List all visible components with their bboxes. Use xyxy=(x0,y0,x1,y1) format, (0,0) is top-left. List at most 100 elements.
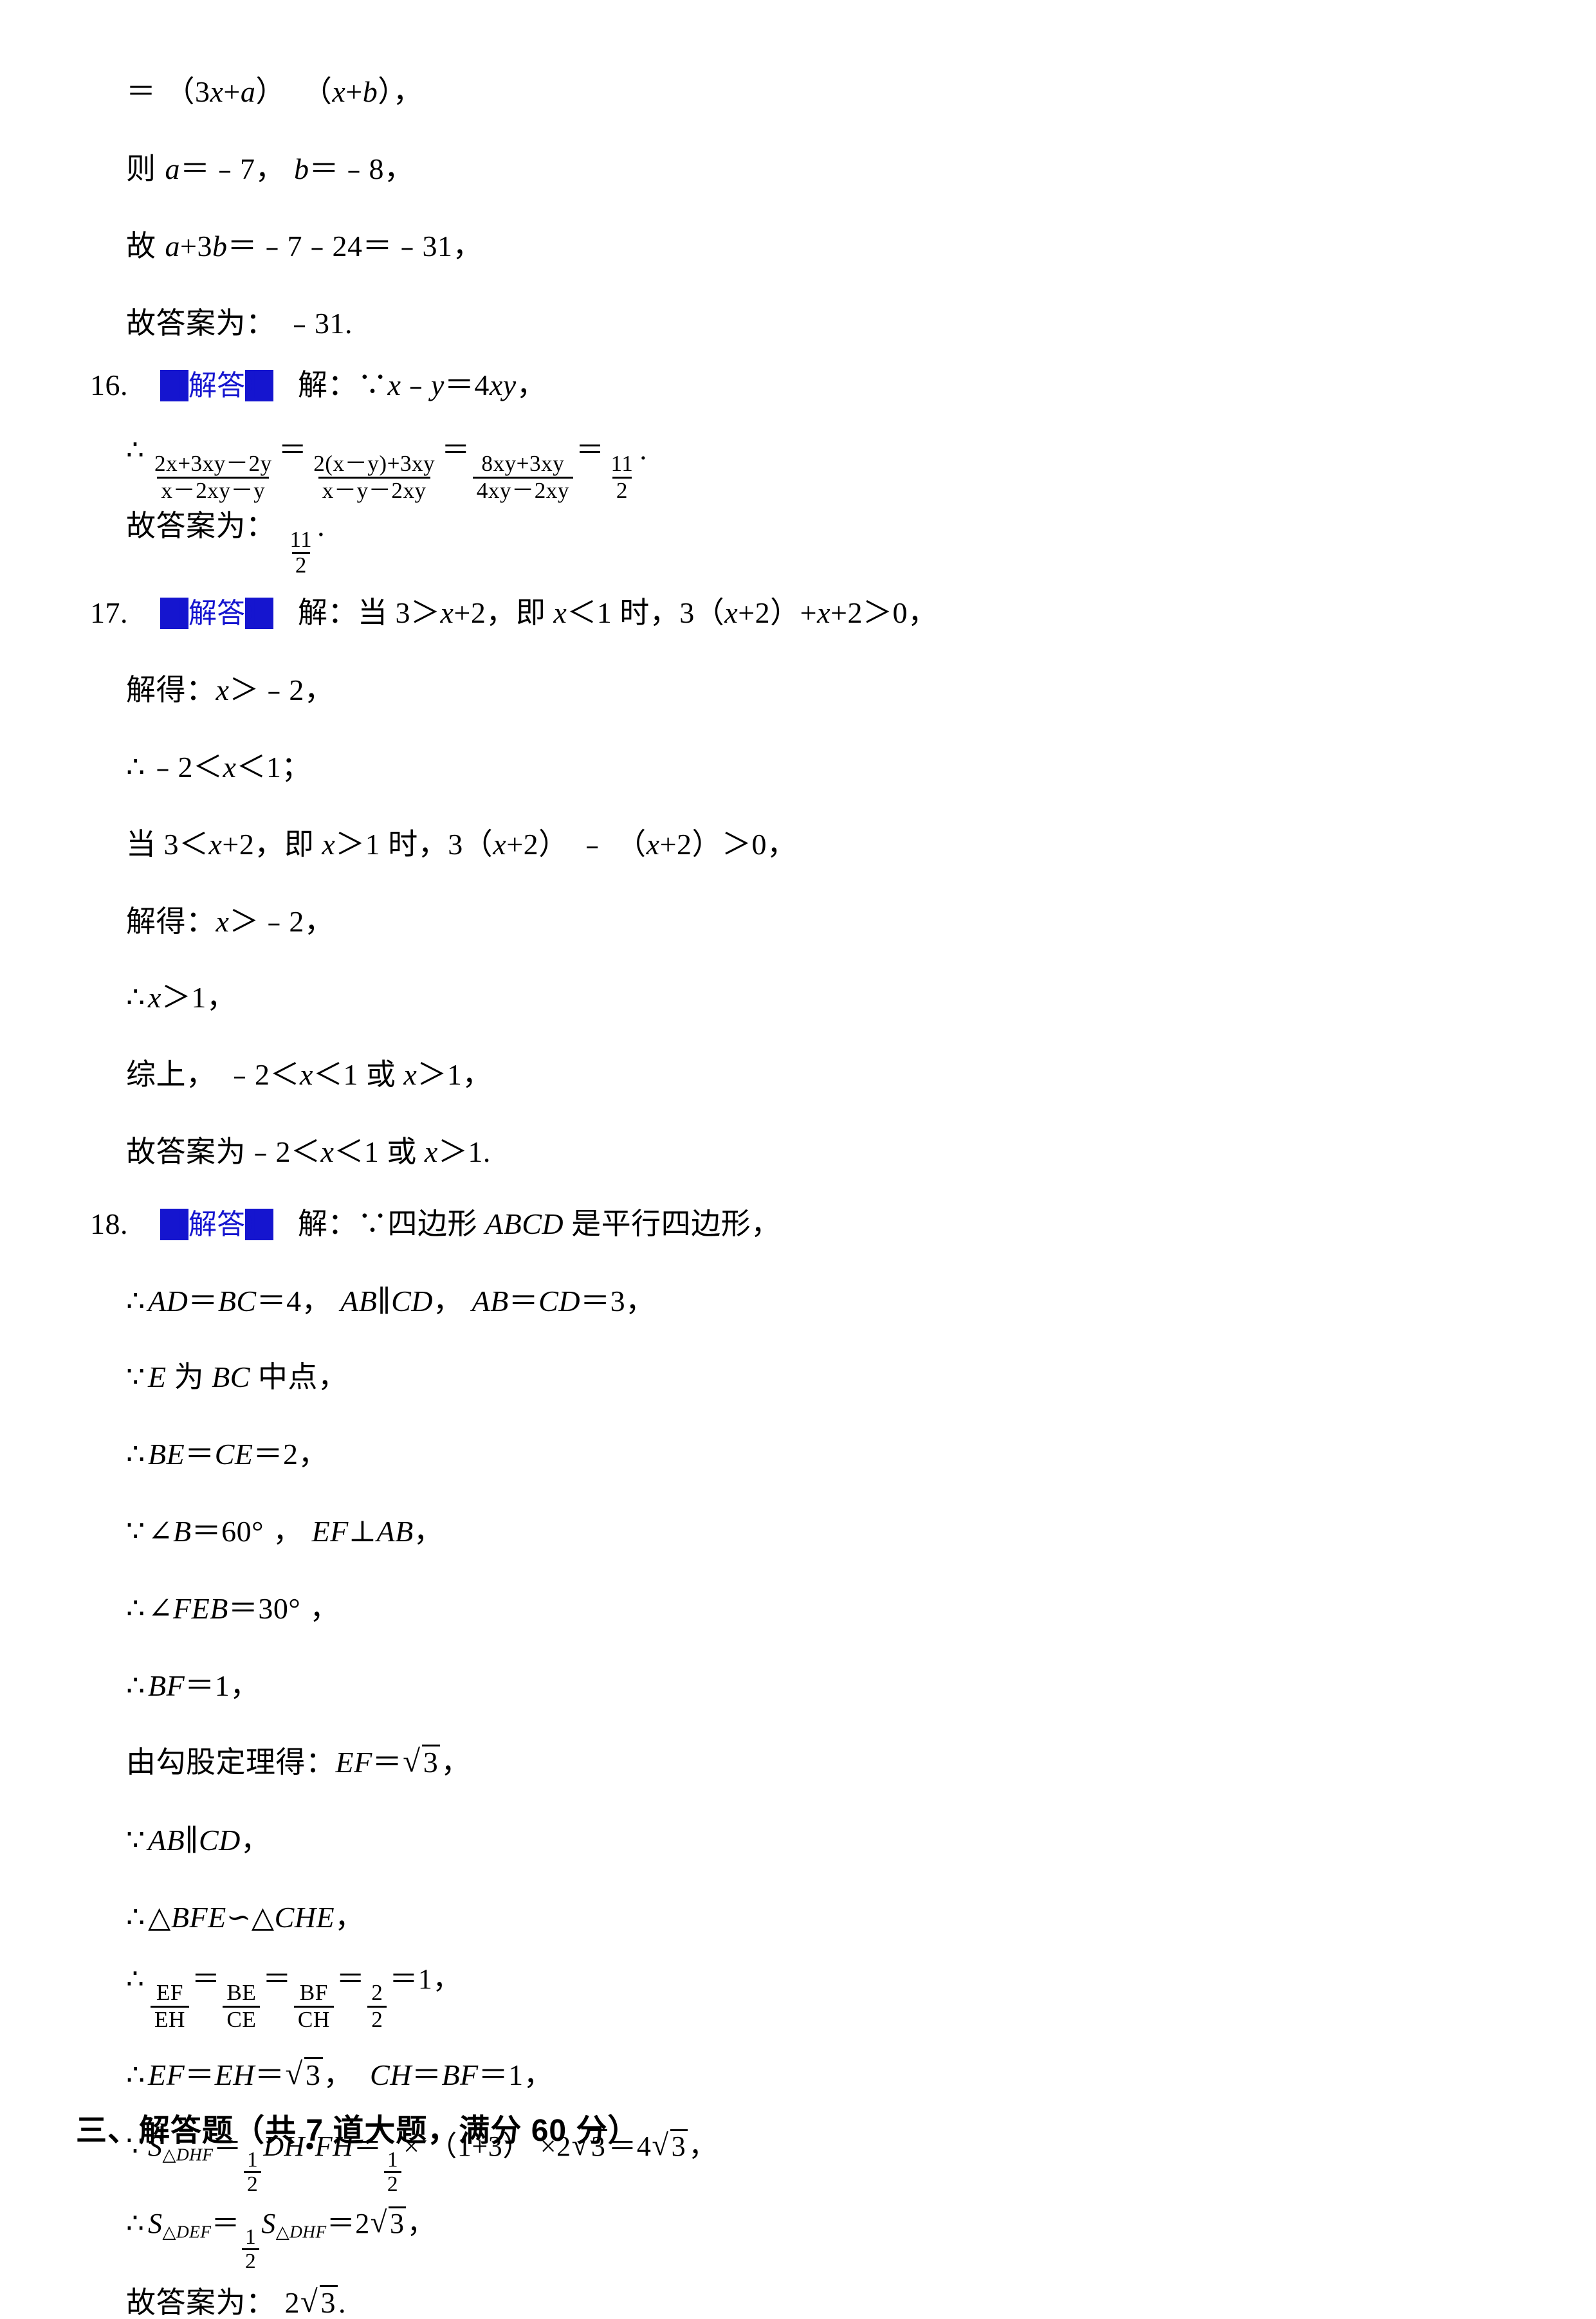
period: . xyxy=(639,434,647,466)
ratio-term-4: 22 xyxy=(367,1981,387,2032)
fraction-numerator: 11 xyxy=(610,451,634,477)
problem-18-line-14: ∴ S△DEF＝ 1 2 S△DHF＝2 √ 3， xyxy=(126,2205,436,2274)
problem-18-line-3: ∵E 为 BC 中点， xyxy=(126,1361,348,1393)
fraction-numerator: 2x+3xy－2y xyxy=(154,451,272,477)
problem-18-line-9: ∵AB∥CD， xyxy=(126,1824,271,1856)
therefore-symbol: ∴ xyxy=(126,1438,145,1471)
problem-16-answer-line: 故答案为： 11 2. xyxy=(126,511,325,577)
equals-sign: ＝ xyxy=(191,1963,221,1995)
fraction-denominator: x－2xy－y xyxy=(157,477,270,503)
fraction-denominator: x－y－2xy xyxy=(318,477,430,503)
equals-sign: ＝ xyxy=(336,1963,365,1995)
fraction-term-3: 8xy+3xy 4xy－2xy xyxy=(472,451,573,503)
therefore-symbol: ∴ xyxy=(126,1901,145,1934)
radical-sign: √ xyxy=(403,1743,421,1779)
problem-17-line-3: ∴﹣2＜x＜1； xyxy=(126,751,311,784)
fraction-term-2: 2(x－y)+3xy x－y－2xy xyxy=(309,452,439,503)
problem-18-line-5: ∵∠B＝60°， EF⊥AB， xyxy=(126,1515,444,1548)
equals-sign: ＝ xyxy=(278,434,307,466)
problem-16-fraction-chain: ∴ 2x+3xy－2y x－2xy－y ＝ 2(x－y)+3xy x－y－2xy ＝ 8xy+… xyxy=(126,436,647,503)
radicand: 3 xyxy=(319,2285,338,2318)
fraction-term-1: 2x+3xy－2y x－2xy－y xyxy=(151,452,276,503)
fraction-term-4: 11 2 xyxy=(607,452,637,503)
fraction-denominator: 2 xyxy=(241,2248,260,2273)
fraction-numerator: 8xy+3xy xyxy=(481,451,565,477)
fraction-numerator: 2(x－y)+3xy xyxy=(313,451,436,477)
equals-sign: ＝ xyxy=(262,1963,291,1995)
problem-17-line-7: 综上， ﹣2＜x＜1 或 x＞1， xyxy=(126,1058,492,1091)
answer-key-page: ＝（3x+a） （x+b）， 则 a＝﹣7， b＝﹣8， 故 a+3b＝﹣7﹣24＝﹣3… xyxy=(0,0,1596,2318)
problem-18-ratio-chain: ∴ EF EH ＝ BE CE ＝ BF CH ＝ 2 2 ＝1， xyxy=(126,1965,461,2032)
therefore-symbol: ∴ xyxy=(126,1592,145,1625)
fraction-denominator: 4xy－2xy xyxy=(472,477,573,503)
answer-prefix: 故答案为： xyxy=(126,509,276,542)
problem-15-line-2: 则 a＝﹣7， b＝﹣8， xyxy=(126,152,414,185)
angle-icon: ∠ xyxy=(148,1515,174,1548)
fraction-denominator: EH xyxy=(151,2006,189,2032)
triangle-subscript: △DEF xyxy=(162,2222,212,2242)
triangle-icon: △ xyxy=(251,1901,275,1934)
similar-icon: ∽ xyxy=(226,1901,252,1934)
fraction-denominator: 2 xyxy=(383,2171,402,2195)
problem-17-line-4: 当 3＜x+2，即 x＞1 时，3（x+2） ﹣ （x+2）＞0， xyxy=(126,828,797,861)
fraction-numerator: EF xyxy=(156,1980,183,2006)
answer-tag-open-bracket: 【 xyxy=(160,1209,188,1240)
problem-18-line-1: 解：∵四边形 ABCD 是平行四边形， xyxy=(298,1207,781,1240)
half-fraction: 12 xyxy=(383,2149,402,2195)
problem-16-header: 16. 【解答】 解：∵x﹣y＝4xy， xyxy=(90,369,547,401)
therefore-symbol: ∴ xyxy=(126,981,145,1014)
answer-tag-open-bracket: 【 xyxy=(160,598,188,629)
answer-tag-label: 解答 xyxy=(188,1209,245,1240)
answer-tag: 【解答】 xyxy=(160,370,273,401)
problem-18-line-12: ∴EF＝EH＝ √ 3， CH＝BF＝1， xyxy=(126,2056,554,2091)
fraction-denominator: 2 xyxy=(291,552,310,577)
square-root: √ 3 xyxy=(403,1743,441,1779)
problem-17-line-6: ∴x＞1， xyxy=(126,981,237,1014)
problem-16-lead: 解：∵x﹣y＝4xy， xyxy=(298,369,547,401)
problem-18-line-8: 由勾股定理得：EF＝ √ 3， xyxy=(126,1743,471,1779)
problem-15-line-1: ＝（3x+a） （x+b）， xyxy=(126,77,423,107)
fraction-numerator: 1 xyxy=(244,2224,257,2249)
therefore-symbol: ∴ xyxy=(126,2058,145,2091)
problem-number: 17. xyxy=(90,596,128,629)
fraction-numerator: 11 xyxy=(289,527,313,553)
answer-tag: 【解答】 xyxy=(160,1209,273,1240)
radical-sign: √ xyxy=(652,2128,669,2162)
problem-18-line-4: ∴BE＝CE＝2， xyxy=(126,1438,328,1471)
square-root: √ 3 xyxy=(286,2057,323,2090)
fraction-numerator: 1 xyxy=(247,2147,259,2172)
angle-icon: ∠ xyxy=(148,1592,174,1625)
square-root: √ 3 xyxy=(652,2129,688,2161)
problem-18-header: 18. 【解答】 解：∵四边形 ABCD 是平行四边形， xyxy=(90,1207,781,1240)
radical-sign: √ xyxy=(285,2056,303,2091)
answer-tag-label: 解答 xyxy=(188,598,245,629)
math-expression: ＝（3x+a） （x+b）， xyxy=(126,75,423,108)
problem-15-line-3: 故 a+3b＝﹣7﹣24＝﹣31， xyxy=(126,230,482,262)
problem-18-line-6: ∴∠FEB＝30°， xyxy=(126,1592,340,1625)
period: . xyxy=(317,509,326,542)
problem-number: 16. xyxy=(90,369,128,401)
section-heading: 三、解答题（共 7 道大题，满分 60 分） xyxy=(76,2114,639,2148)
problem-18-line-7: ∴BF＝1， xyxy=(126,1669,260,1702)
answer-tag: 【解答】 xyxy=(160,598,273,629)
problem-17-line-8: 故答案为﹣2＜x＜1 或 x＞1. xyxy=(126,1135,491,1168)
answer-tag-close-bracket: 】 xyxy=(245,598,273,629)
problem-18-line-15: 故答案为： 2 √ 3. xyxy=(126,2284,347,2319)
triangle-icon: △ xyxy=(148,1901,171,1934)
fraction-denominator: CH xyxy=(293,2006,334,2032)
problem-15-line-4: 故答案为： ﹣31. xyxy=(126,307,353,340)
fraction-denominator: CE xyxy=(223,2006,261,2032)
problem-17-line-5: 解得：x＞﹣2， xyxy=(126,905,335,938)
answer-tag-close-bracket: 】 xyxy=(245,1209,273,1240)
fraction-numerator: BE xyxy=(226,1980,257,2006)
radicand: 3 xyxy=(421,1745,441,1777)
problem-17-header: 17. 【解答】 解：当 3＞x+2，即 x＜1 时，3（x+2）+x+2＞0， xyxy=(90,596,937,629)
ratio-term-2: BE CE xyxy=(223,1980,261,2032)
answer-tag-open-bracket: 【 xyxy=(160,370,188,401)
because-symbol: ∵ xyxy=(126,1515,145,1548)
radicand: 3 xyxy=(304,2057,323,2090)
ratio-chain-tail: ＝1， xyxy=(389,1963,461,1995)
therefore-symbol: ∴ xyxy=(126,2208,145,2239)
square-root: √ 3 xyxy=(371,2206,407,2238)
radicand: 3 xyxy=(670,2129,688,2161)
